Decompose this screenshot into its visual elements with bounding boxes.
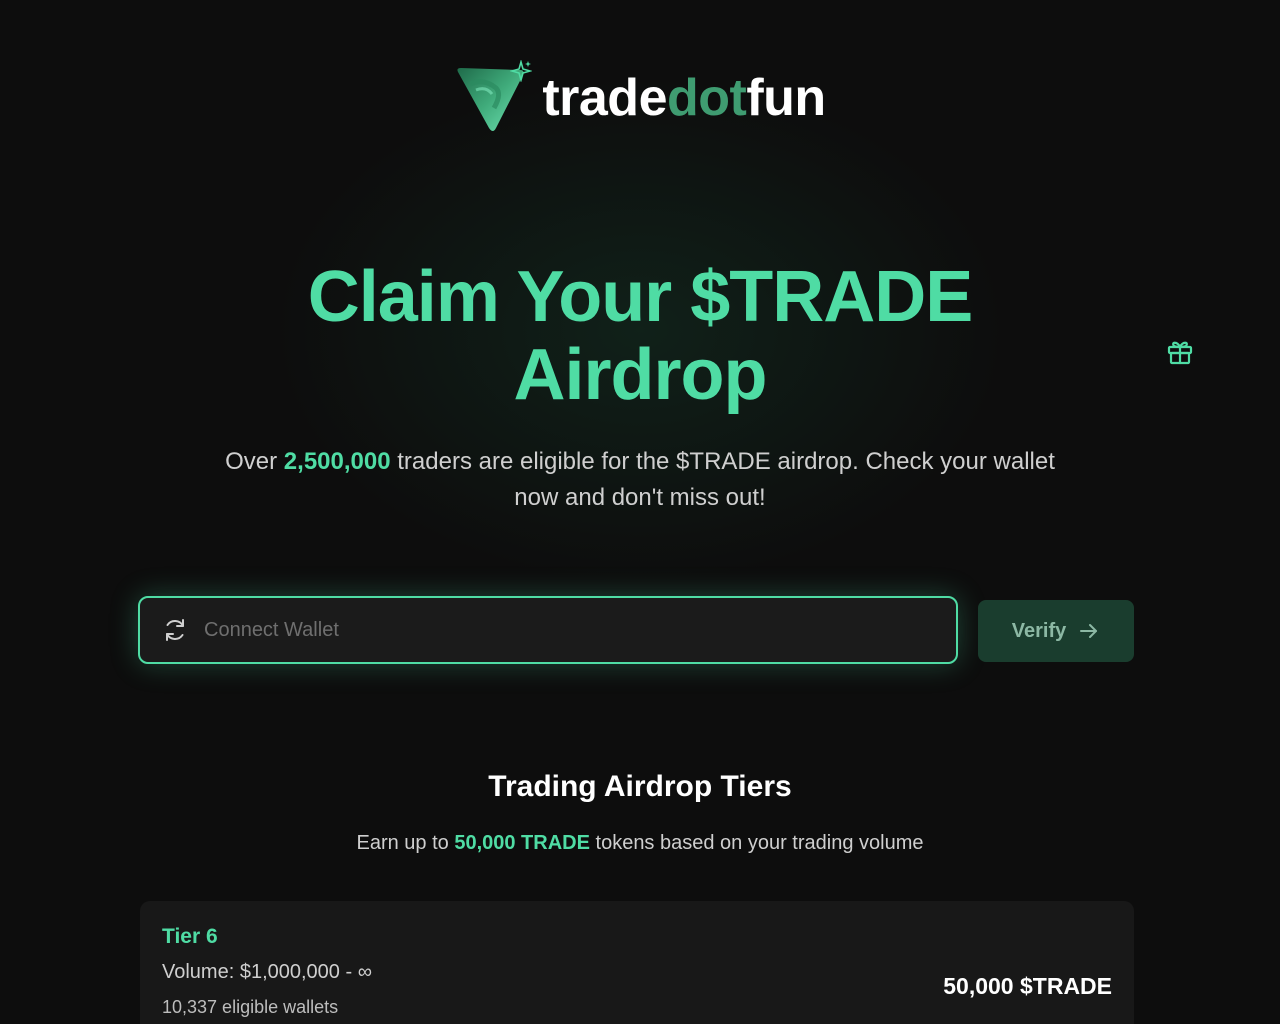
hero-subtitle: Over 2,500,000 traders are eligible for … [220,444,1060,516]
hero-title-line2: Airdrop [513,335,768,415]
hero-subtitle-post: traders are eligible for the $TRADE aird… [390,448,1055,511]
brand-name-mid: dot [666,69,747,127]
page: tradedotfun Claim Your $TRADE Airdrop Ov… [0,0,1280,1024]
refresh-icon [166,619,184,641]
tiers-subtitle-pre: Earn up to [356,832,455,854]
tier-reward: 50,000 $TRADE [943,973,1112,999]
triangle-logo-icon[interactable] [454,58,534,138]
connect-wallet-field[interactable]: Connect Wallet [138,596,958,664]
tier-card[interactable]: Tier 6 Volume: $1,000,000 - ∞ 10,337 eli… [140,901,1134,1024]
hero-subtitle-pre: Over [225,448,284,475]
hero-title: Claim Your $TRADE Airdrop [0,258,1280,414]
wallet-connect-row: Connect Wallet Verify [138,596,1134,666]
tiers-title: Trading Airdrop Tiers [488,770,792,803]
verify-button[interactable]: Verify [978,600,1134,662]
max-reward-highlight: 50,000 TRADE [454,832,590,854]
verify-button-label: Verify [1011,619,1067,642]
tier-name: Tier 6 [162,925,218,948]
tiers-subtitle-post: tokens based on your trading volume [589,832,924,854]
connect-wallet-placeholder: Connect Wallet [204,618,339,641]
hero-title-line1: Claim Your $TRADE [307,257,973,337]
tiers-subtitle: Earn up to 50,000 TRADE tokens based on … [0,832,1280,855]
tier-volume: Volume: $1,000,000 - ∞ [162,961,372,983]
arrow-right-icon [1080,624,1098,638]
tier-eligible-wallets: 10,337 eligible wallets [162,997,339,1017]
eligible-traders-count: 2,500,000 [283,448,391,475]
sparkle-icon [510,60,533,82]
brand-name[interactable]: tradedotfun [542,69,826,127]
brand-name-suffix: fun [746,69,826,127]
brand-name-prefix: trade [542,69,667,127]
header: tradedotfun [0,58,1280,138]
